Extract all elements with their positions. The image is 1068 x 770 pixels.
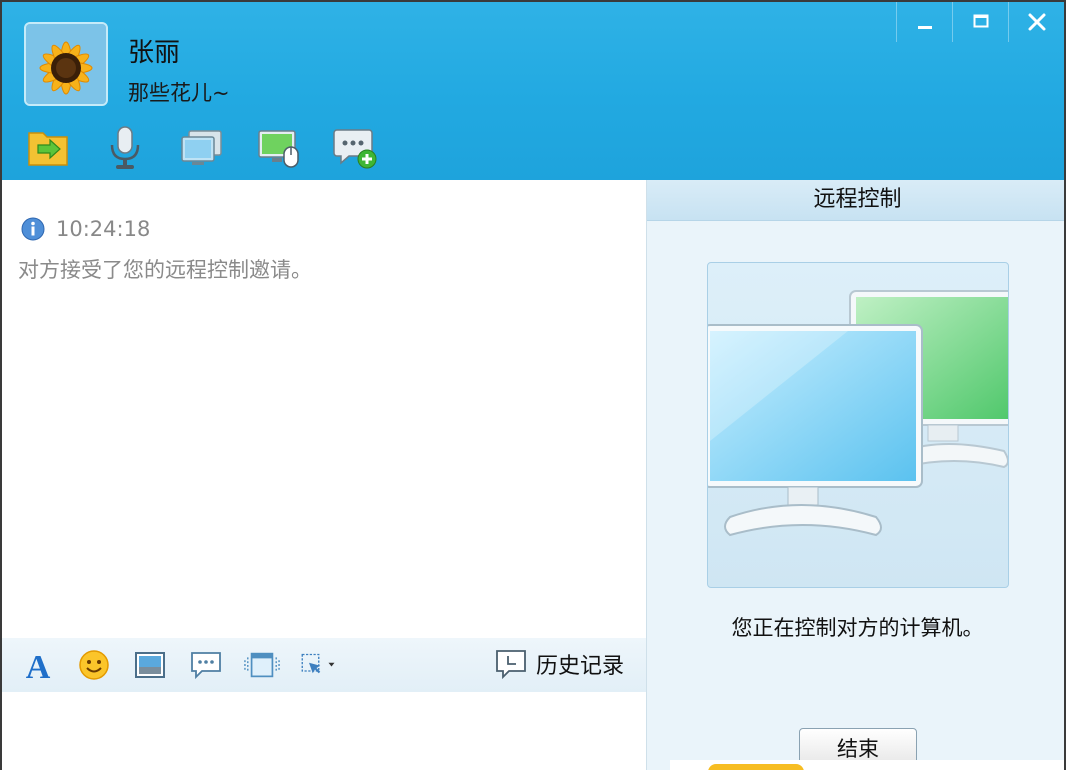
image-button[interactable] <box>132 647 168 683</box>
minimize-button[interactable] <box>896 2 952 42</box>
message-header: 10:24:18 <box>20 216 150 242</box>
maximize-button[interactable] <box>952 2 1008 42</box>
chat-history[interactable]: 10:24:18 对方接受了您的远程控制邀请。 <box>2 180 646 640</box>
info-icon <box>21 217 45 241</box>
font-icon: A <box>26 649 51 682</box>
close-icon <box>1028 13 1045 31</box>
svg-text:A: A <box>26 649 51 682</box>
remote-control-panel: 远程控制 您正在控制对方的计算机。 结束 <box>646 180 1064 770</box>
contact-toolbar <box>22 124 407 174</box>
minimize-icon <box>917 26 932 29</box>
emoji-icon <box>79 650 109 680</box>
bubble-button[interactable] <box>188 647 224 683</box>
contact-signature: 那些花儿~ <box>128 81 230 105</box>
window-controls <box>896 2 1064 42</box>
window-header: 张丽 那些花儿~ <box>2 2 1064 180</box>
chat-window: 张丽 那些花儿~ 10:24:18 对方接受了您的远程控制邀请。 A 历史记录 … <box>0 0 1066 770</box>
remote-desktop-button[interactable] <box>253 124 305 172</box>
file-transfer-icon <box>28 132 68 166</box>
screenshot-button[interactable] <box>300 647 336 683</box>
history-button[interactable]: 历史记录 <box>494 648 624 680</box>
message-input[interactable] <box>2 692 646 770</box>
remote-status-text: 您正在控制对方的计算机。 <box>731 616 984 640</box>
avatar[interactable] <box>24 22 108 106</box>
file-transfer-button[interactable] <box>22 124 74 172</box>
emoji-button[interactable] <box>76 647 112 683</box>
microphone-icon <box>110 126 140 169</box>
contact-name[interactable]: 张丽 <box>128 32 180 69</box>
screenshot-icon <box>301 653 335 674</box>
video-call-button[interactable] <box>176 124 228 172</box>
notification-tab[interactable] <box>708 764 804 770</box>
panel-title: 远程控制 <box>647 180 1064 221</box>
remote-desktop-icon <box>258 130 299 168</box>
system-message: 对方接受了您的远程控制邀请。 <box>18 258 312 282</box>
video-icon <box>181 130 222 165</box>
add-chat-icon <box>333 129 377 169</box>
message-time: 10:24:18 <box>56 217 151 241</box>
computers-icon <box>708 290 1008 537</box>
history-label: 历史记录 <box>535 654 624 679</box>
add-chat-button[interactable] <box>330 124 382 172</box>
bubble-icon <box>191 652 221 680</box>
maximize-icon <box>973 14 988 28</box>
close-button[interactable] <box>1008 2 1064 42</box>
voice-call-button[interactable] <box>99 124 151 172</box>
window-shake-button[interactable] <box>244 647 280 683</box>
font-button[interactable]: A <box>20 647 56 683</box>
remote-control-illustration <box>707 262 1009 588</box>
image-icon <box>135 652 165 678</box>
history-icon <box>496 650 526 680</box>
input-toolbar: A 历史记录 <box>2 638 646 692</box>
window-shake-icon <box>244 652 280 678</box>
